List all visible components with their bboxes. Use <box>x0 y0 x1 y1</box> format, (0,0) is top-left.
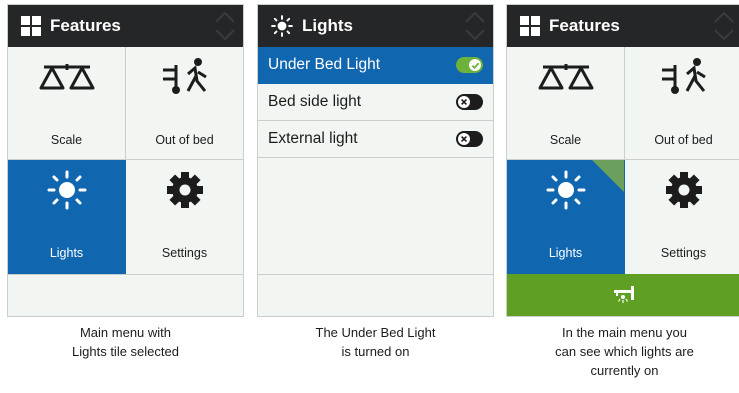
status-bar-lights-on <box>507 274 739 316</box>
tile-label: Lights <box>49 246 84 260</box>
screen-title: Features <box>50 16 121 35</box>
gear-icon <box>665 172 702 208</box>
caption-line: Main menu with <box>79 325 172 340</box>
status-bar <box>258 274 493 316</box>
bed-light-icon <box>613 286 634 303</box>
status-bar <box>8 274 243 316</box>
caption-3: In the main menu you can see which light… <box>506 323 739 380</box>
tile-settings[interactable]: Settings <box>126 160 243 274</box>
x-icon <box>458 133 470 145</box>
toggle-switch[interactable] <box>456 57 483 73</box>
screen-title: Lights <box>302 16 353 35</box>
tile-out-of-bed[interactable]: Out of bed <box>126 47 243 160</box>
sun-icon <box>47 170 86 210</box>
sun-icon <box>271 15 293 37</box>
screen-title: Features <box>549 16 620 35</box>
tile-label: Lights <box>548 246 583 260</box>
title-bar: Features <box>507 5 739 47</box>
tile-out-of-bed[interactable]: Out of bed <box>625 47 739 160</box>
tile-settings[interactable]: Settings <box>625 160 739 274</box>
scale-icon <box>39 64 94 90</box>
scroll-arrows-icon[interactable] <box>212 9 238 43</box>
list-item-bed-side-light[interactable]: Bed side light <box>258 84 493 121</box>
tile-scale[interactable]: Scale <box>8 47 126 160</box>
list-item-under-bed-light[interactable]: Under Bed Light <box>258 47 493 84</box>
caption-line: In the main menu you <box>561 325 688 340</box>
list-item-external-light[interactable]: External light <box>258 121 493 158</box>
light-on-indicator <box>592 160 624 192</box>
list-item-label: Under Bed Light <box>268 56 381 73</box>
tile-label: Settings <box>660 246 707 260</box>
scale-icon <box>538 64 593 90</box>
caption-line: The Under Bed Light <box>315 325 436 340</box>
title-bar: Features <box>8 5 243 47</box>
grid-icon <box>520 16 540 36</box>
check-icon <box>469 59 481 71</box>
feature-grid: Scale Out of bed Lights Settings <box>8 47 243 274</box>
scroll-arrows-icon[interactable] <box>711 9 737 43</box>
scroll-arrows-icon[interactable] <box>462 9 488 43</box>
feature-grid: Scale Out of bed Lights Settings <box>507 47 739 274</box>
grid-icon <box>21 16 41 36</box>
tile-label: Out of bed <box>654 133 713 147</box>
tile-label: Scale <box>50 133 83 147</box>
gear-icon <box>166 172 203 208</box>
toggle-switch[interactable] <box>456 94 483 110</box>
sun-icon <box>546 170 585 210</box>
caption-line: currently on <box>590 363 659 378</box>
list-item-label: External light <box>268 130 358 147</box>
tile-scale[interactable]: Scale <box>507 47 625 160</box>
tile-label: Scale <box>549 133 582 147</box>
caption-line: Lights tile selected <box>72 344 179 359</box>
caption-line: can see which lights are <box>555 344 694 359</box>
features-screen-1: Features Scale Out of bed Lights Setting… <box>7 4 244 317</box>
features-screen-2: Features Scale Out of bed Lights Setting… <box>506 4 739 317</box>
tile-lights[interactable]: Lights <box>8 160 126 274</box>
tile-label: Out of bed <box>155 133 214 147</box>
list-item-label: Bed side light <box>268 93 362 110</box>
caption-1: Main menu with Lights tile selected <box>7 323 244 361</box>
lights-list: Under Bed Light Bed side light External … <box>258 47 493 158</box>
out-of-bed-icon <box>162 58 207 94</box>
caption-2: The Under Bed Light is turned on <box>257 323 494 361</box>
title-bar: Lights <box>258 5 493 47</box>
tile-label: Settings <box>161 246 208 260</box>
x-icon <box>458 96 470 108</box>
out-of-bed-icon <box>661 58 706 94</box>
tile-lights[interactable]: Lights <box>507 160 625 274</box>
caption-line: is turned on <box>341 344 410 359</box>
lights-screen: Lights Under Bed Light Bed side light Ex… <box>257 4 494 317</box>
toggle-switch[interactable] <box>456 131 483 147</box>
